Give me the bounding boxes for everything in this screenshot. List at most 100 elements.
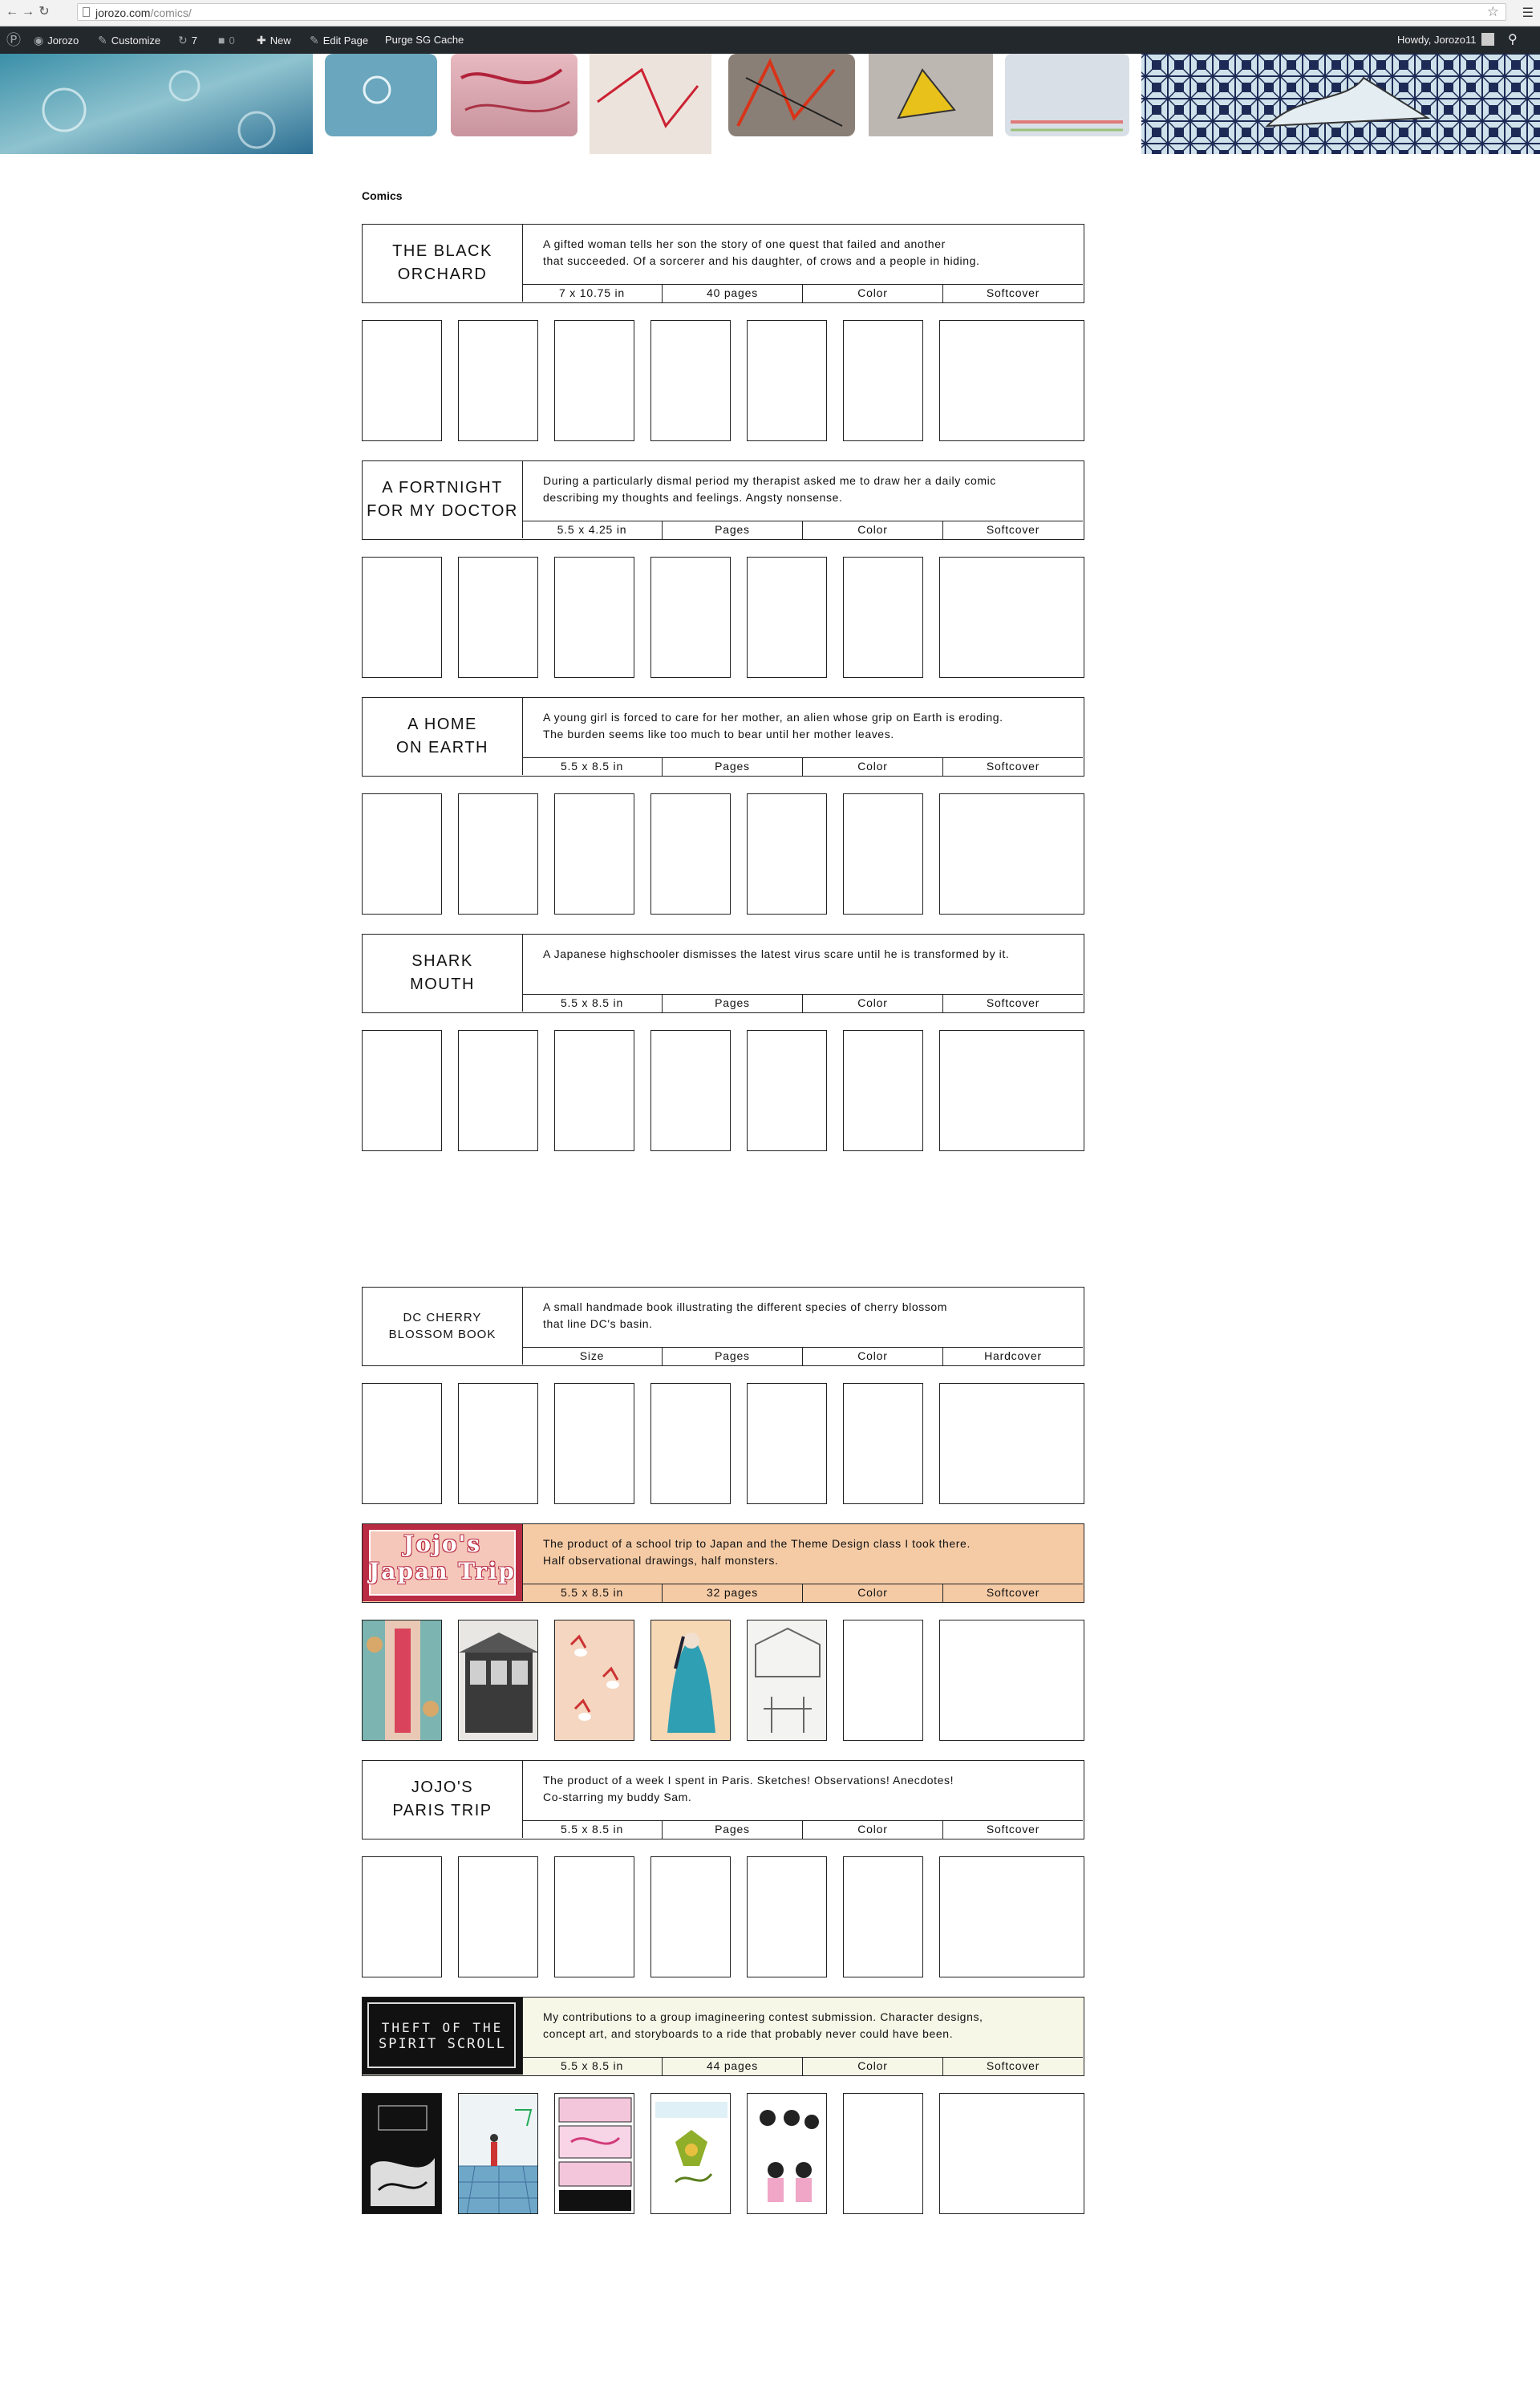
spec-size: 5.5 x 4.25 in [557,523,627,536]
preview-page-thumbnail[interactable] [362,793,442,915]
admin-search-icon[interactable]: ⚲ [1508,26,1518,54]
preview-page-thumbnail[interactable] [843,1383,923,1504]
comic-entry-header[interactable]: THE BLACK ORCHARD A gifted woman tells he… [362,224,1084,303]
preview-page-thumbnail[interactable] [458,1856,538,1977]
preview-spread-thumbnail[interactable] [939,793,1084,915]
preview-spread-thumbnail[interactable] [939,320,1084,441]
preview-page-thumbnail[interactable] [650,1856,731,1977]
preview-page-thumbnail[interactable] [747,793,827,915]
preview-page-thumbnail[interactable] [554,320,634,441]
spec-color: Color [802,995,942,1012]
admin-purge-cache[interactable]: Purge SG Cache [385,26,464,54]
comic-title[interactable]: DC CHERRY BLOSSOM BOOK [363,1288,523,1365]
preview-page-thumbnail[interactable] [362,1030,442,1151]
preview-spread-thumbnail[interactable] [939,2093,1084,2214]
preview-page-thumbnail[interactable] [458,1383,538,1504]
comic-entry-header[interactable]: SHARK MOUTH A Japanese highschooler dismi… [362,934,1084,1013]
preview-page-thumbnail[interactable] [650,1383,731,1504]
preview-page-thumbnail[interactable] [554,1383,634,1504]
preview-page-thumbnail[interactable] [650,793,731,915]
comic-cover-image[interactable]: THEFT OF THE SPIRIT SCROLL [363,1998,523,2075]
preview-page-thumbnail[interactable] [458,2093,538,2214]
preview-page-thumbnail[interactable] [362,557,442,678]
comic-entry-header[interactable]: THEFT OF THE SPIRIT SCROLL My contribution… [362,1997,1084,2076]
preview-page-thumbnail[interactable] [458,1620,538,1741]
forward-arrow-icon[interactable]: → [21,5,35,19]
preview-page-thumbnail[interactable] [362,1620,442,1741]
preview-page-thumbnail[interactable] [554,793,634,915]
preview-page-thumbnail[interactable] [843,2093,923,2214]
comic-title-line1: THEFT OF THE [381,2020,504,2035]
spec-color: Color [802,1584,942,1602]
reload-icon[interactable]: ↻ [37,5,51,19]
comic-title[interactable]: SHARK MOUTH [363,935,523,1012]
comic-title-line1: Jojo's [403,1531,482,1557]
comic-title[interactable]: A FORTNIGHT FOR MY DOCTOR [363,461,523,538]
preview-page-thumbnail[interactable] [843,557,923,678]
admin-account[interactable]: Howdy, Jorozo11 [1397,26,1494,54]
bookmark-star-icon[interactable]: ☆ [1487,4,1499,20]
art-tile-7 [1005,54,1129,136]
preview-page-thumbnail[interactable] [554,557,634,678]
preview-page-thumbnail[interactable] [554,2093,634,2214]
comic-title[interactable]: A HOME ON EARTH [363,698,523,775]
address-bar[interactable]: jorozo.com/comics/ ☆ [77,3,1506,21]
back-arrow-icon[interactable]: ← [5,5,19,19]
preview-page-thumbnail[interactable] [458,320,538,441]
comic-entry-header[interactable]: JOJO'S PARIS TRIP The product of a week I… [362,1760,1084,1839]
preview-page-thumbnail[interactable] [747,1030,827,1151]
comic-entry-header[interactable]: A HOME ON EARTH A young girl is forced to… [362,697,1084,777]
admin-comments[interactable]: ■ 0 [218,26,235,54]
preview-page-thumbnail[interactable] [458,1030,538,1151]
spec-color: Color [802,1821,942,1839]
preview-spread-thumbnail[interactable] [939,1620,1084,1741]
preview-page-thumbnail[interactable] [650,557,731,678]
spec-binding: Softcover [942,758,1083,776]
preview-page-thumbnail[interactable] [843,1620,923,1741]
preview-page-thumbnail[interactable] [747,1620,827,1741]
comic-entry-header[interactable]: DC CHERRY BLOSSOM BOOK A small handmade b… [362,1287,1084,1366]
comic-entry-header[interactable]: A FORTNIGHT FOR MY DOCTOR During a partic… [362,460,1084,540]
chrome-menu-icon[interactable]: ☰ [1522,5,1534,21]
preview-page-thumbnail[interactable] [843,793,923,915]
preview-page-thumbnail[interactable] [362,1383,442,1504]
preview-spread-thumbnail[interactable] [939,1030,1084,1151]
comic-title[interactable]: THE BLACK ORCHARD [363,225,523,302]
preview-page-thumbnail[interactable] [747,320,827,441]
spec-color: Color [802,1348,942,1365]
admin-updates[interactable]: ↻ 7 [178,26,197,54]
preview-page-thumbnail[interactable] [747,557,827,678]
preview-page-thumbnail[interactable] [843,1856,923,1977]
preview-page-thumbnail[interactable] [650,320,731,441]
preview-page-thumbnail[interactable] [747,2093,827,2214]
preview-page-thumbnail[interactable] [747,1383,827,1504]
comic-title[interactable]: JOJO'S PARIS TRIP [363,1761,523,1838]
preview-page-thumbnail[interactable] [554,1856,634,1977]
preview-spread-thumbnail[interactable] [939,1856,1084,1977]
preview-page-thumbnail[interactable] [458,793,538,915]
comic-cover-image[interactable]: Jojo's Japan Trip [363,1524,523,1601]
comic-entry-header[interactable]: Jojo's Japan Trip The product of a school … [362,1523,1084,1603]
preview-page-thumbnail[interactable] [650,1030,731,1151]
preview-page-thumbnail[interactable] [554,1620,634,1741]
admin-new[interactable]: ✚ New [257,26,291,54]
wp-admin-bar: Ⓟ ◉ Jorozo ✎ Customize ↻ 7 ■ 0 ✚ New ✎ Edit Pa… [0,26,1540,54]
preview-page-thumbnail[interactable] [843,320,923,441]
preview-spread-thumbnail[interactable] [939,1383,1084,1504]
preview-page-thumbnail[interactable] [362,1856,442,1977]
preview-page-thumbnail[interactable] [554,1030,634,1151]
preview-spread-thumbnail[interactable] [939,557,1084,678]
preview-page-thumbnail[interactable] [362,2093,442,2214]
pencil-icon: ✎ [310,34,319,47]
preview-page-thumbnail[interactable] [650,1620,731,1741]
preview-page-thumbnail[interactable] [458,557,538,678]
preview-page-thumbnail[interactable] [843,1030,923,1151]
admin-site-name[interactable]: ◉ Jorozo [34,26,79,54]
preview-page-thumbnail[interactable] [362,320,442,441]
plus-icon: ✚ [257,34,266,47]
preview-page-thumbnail[interactable] [650,2093,731,2214]
wordpress-logo-icon[interactable]: Ⓟ [6,26,25,54]
admin-edit-page[interactable]: ✎ Edit Page [310,26,368,54]
admin-customize[interactable]: ✎ Customize [98,26,160,54]
preview-page-thumbnail[interactable] [747,1856,827,1977]
